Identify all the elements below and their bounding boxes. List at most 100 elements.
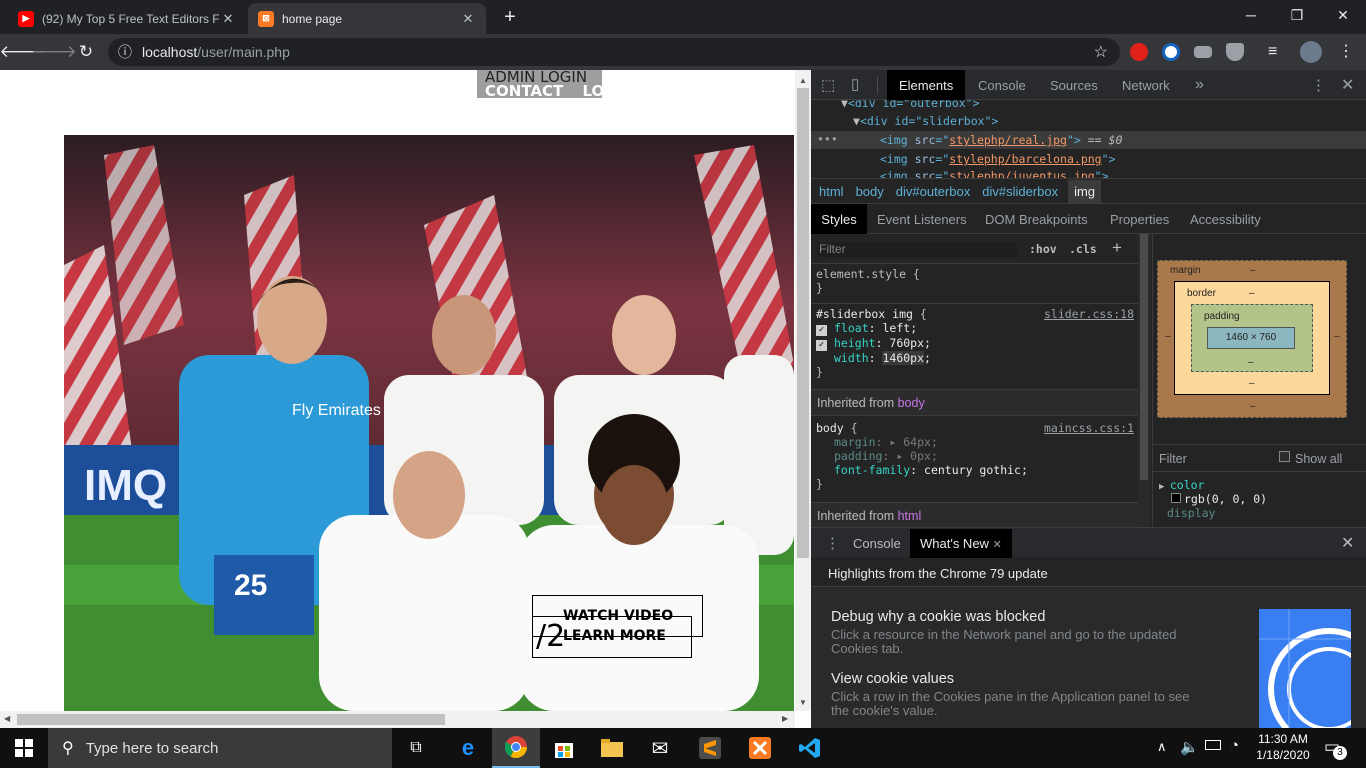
dom-node-img-juventus[interactable]: <img src="stylephp/juventus.jpg">: [880, 169, 1109, 178]
devtools-menu-icon[interactable]: ⋮: [1311, 76, 1326, 94]
crumb-outerbox[interactable]: div#outerbox: [896, 184, 970, 199]
vertical-scroll-thumb[interactable]: [797, 88, 809, 558]
wifi-icon[interactable]: ◔: [1230, 737, 1239, 754]
styles-scrollbar[interactable]: [1138, 234, 1150, 527]
dom-node-selected[interactable]: ••• <img src="stylephp/real.jpg"> == $0: [811, 131, 1366, 149]
element-style-rule[interactable]: element.style {}: [816, 267, 920, 295]
contact-link[interactable]: CONTACT: [485, 82, 563, 99]
horizontal-scrollbar[interactable]: ◀ ▶: [0, 711, 795, 728]
body-rule[interactable]: body {maincss.css:1 margin: ▸ 64px; padd…: [816, 421, 1134, 491]
extension-glasses-icon[interactable]: [1194, 46, 1212, 58]
task-view-icon[interactable]: ⧉: [392, 728, 440, 768]
info-icon[interactable]: ⓘ: [108, 42, 142, 62]
computed-color-row[interactable]: ▶ color: [1159, 478, 1363, 492]
watch-video-label: WATCH VIDEO: [563, 608, 674, 624]
sublime-text-icon[interactable]: [686, 728, 734, 768]
checkbox-checked-icon[interactable]: ✓: [816, 340, 827, 351]
tab-console[interactable]: Console: [966, 70, 1038, 100]
subtab-dom-breakpoints[interactable]: DOM Breakpoints: [985, 204, 1088, 234]
crumb-html[interactable]: html: [819, 184, 844, 199]
volume-icon[interactable]: 🔈: [1180, 738, 1199, 756]
login-link-partial[interactable]: LO: [582, 82, 602, 99]
reload-button[interactable]: ↻: [72, 38, 100, 66]
computed-display-row[interactable]: display: [1159, 506, 1363, 520]
tab-network[interactable]: Network: [1110, 70, 1182, 100]
tab-youtube[interactable]: ▶ (92) My Top 5 Free Text Editors Fo ✕: [8, 3, 246, 34]
styles-filter-input[interactable]: Filter: [817, 242, 1017, 258]
battery-icon[interactable]: [1205, 740, 1221, 750]
xampp-taskbar-icon[interactable]: [736, 728, 784, 768]
close-devtools-icon[interactable]: ✕: [1341, 75, 1354, 95]
close-drawer-icon[interactable]: ✕: [1341, 533, 1354, 553]
forward-button[interactable]: 🡒: [31, 38, 77, 66]
device-toolbar-icon[interactable]: ▯: [851, 75, 859, 93]
drawer-tab-console[interactable]: Console: [853, 536, 901, 551]
sliderbox-img-rule[interactable]: #sliderbox img {slider.css:18 ✓ float: le…: [816, 307, 1134, 379]
tab-elements[interactable]: Elements: [887, 70, 966, 100]
crumb-img[interactable]: img: [1068, 179, 1102, 203]
rule-source-link[interactable]: maincss.css:1: [1044, 421, 1134, 435]
media-queue-icon[interactable]: ≡: [1268, 43, 1277, 61]
boxmodel-margin[interactable]: margin – – – – border – – padding – 1460…: [1157, 260, 1347, 418]
bookmark-star-icon[interactable]: ☆: [1094, 42, 1108, 62]
vertical-scrollbar[interactable]: ▲ ▼: [795, 70, 811, 711]
more-tabs-button[interactable]: »: [1183, 70, 1216, 100]
file-explorer-icon[interactable]: [588, 728, 636, 768]
subtab-event-listeners[interactable]: Event Listeners: [877, 204, 967, 234]
inspect-element-icon[interactable]: ⬚: [821, 76, 835, 94]
scroll-left-icon[interactable]: ◀: [4, 714, 10, 723]
scroll-up-icon[interactable]: ▲: [799, 76, 807, 85]
show-all-checkbox[interactable]: [1279, 451, 1290, 462]
tab-sources[interactable]: Sources: [1038, 70, 1110, 100]
store-icon[interactable]: [540, 728, 588, 768]
boxmodel-padding[interactable]: padding – 1460 × 760: [1191, 304, 1313, 372]
drawer-menu-icon[interactable]: ⋮: [825, 534, 840, 552]
minimize-button[interactable]: ─: [1228, 0, 1274, 30]
show-hidden-icons-icon[interactable]: ∧: [1157, 739, 1167, 755]
close-tab-icon[interactable]: ✕: [993, 539, 1002, 551]
chrome-taskbar-icon[interactable]: [492, 728, 540, 768]
drawer-tab-whats-new[interactable]: What's New ✕: [910, 529, 1012, 558]
rule-source-link[interactable]: slider.css:18: [1044, 307, 1134, 321]
subtab-accessibility[interactable]: Accessibility: [1190, 204, 1261, 234]
edge-icon[interactable]: e: [444, 728, 492, 768]
dom-node-sliderbox[interactable]: ▼<div id="sliderbox">: [853, 114, 998, 128]
checkbox-checked-icon[interactable]: ✓: [816, 325, 827, 336]
start-button[interactable]: [0, 728, 48, 768]
extension-block-icon[interactable]: [1162, 43, 1180, 61]
hov-toggle[interactable]: :hov: [1029, 242, 1057, 256]
dom-node-img-barcelona[interactable]: <img src="stylephp/barcelona.png">: [880, 152, 1115, 166]
tab-home-page[interactable]: ⊠ home page ✕: [248, 3, 486, 34]
crumb-sliderbox[interactable]: div#sliderbox: [982, 184, 1058, 199]
taskbar-search-box[interactable]: ⚲ Type here to search: [48, 728, 392, 768]
news-item[interactable]: Debug why a cookie was blocked Click a r…: [831, 609, 1211, 656]
computed-filter-input[interactable]: Filter: [1159, 452, 1187, 466]
subtab-styles[interactable]: Styles: [811, 204, 867, 234]
subtab-properties[interactable]: Properties: [1110, 204, 1169, 234]
scroll-right-icon[interactable]: ▶: [782, 714, 788, 723]
maximize-button[interactable]: ❐: [1274, 0, 1320, 30]
system-clock[interactable]: 11:30 AM 1/18/2020: [1252, 731, 1314, 763]
horizontal-scroll-thumb[interactable]: [17, 714, 445, 725]
dom-node-outerbox[interactable]: ▼<div id="outerbox">: [841, 100, 980, 110]
avatar[interactable]: [1300, 41, 1322, 63]
crumb-body[interactable]: body: [856, 184, 884, 199]
close-window-button[interactable]: ✕: [1320, 0, 1366, 30]
vscode-icon[interactable]: [786, 728, 834, 768]
address-bar[interactable]: ⓘ localhost/user/main.php ☆: [108, 38, 1120, 66]
boxmodel-border[interactable]: border – – padding – 1460 × 760: [1174, 281, 1330, 395]
news-item[interactable]: View cookie values Click a row in the Co…: [831, 671, 1211, 718]
boxmodel-content-size[interactable]: 1460 × 760: [1207, 327, 1295, 349]
menu-icon[interactable]: ⋮: [1338, 41, 1354, 61]
styles-scroll-thumb[interactable]: [1140, 234, 1148, 480]
cls-toggle[interactable]: .cls: [1069, 242, 1097, 256]
new-tab-button[interactable]: +: [498, 5, 522, 29]
mail-icon[interactable]: ✉: [636, 728, 684, 768]
extension-shield-icon[interactable]: [1226, 43, 1244, 61]
new-rule-icon[interactable]: +: [1112, 238, 1122, 258]
close-tab-icon[interactable]: ✕: [220, 11, 236, 27]
extension-stop-icon[interactable]: [1130, 43, 1148, 61]
scroll-down-icon[interactable]: ▼: [799, 698, 807, 707]
close-tab-icon[interactable]: ✕: [460, 11, 476, 27]
computed-color-value: rgb(0, 0, 0): [1159, 492, 1363, 506]
